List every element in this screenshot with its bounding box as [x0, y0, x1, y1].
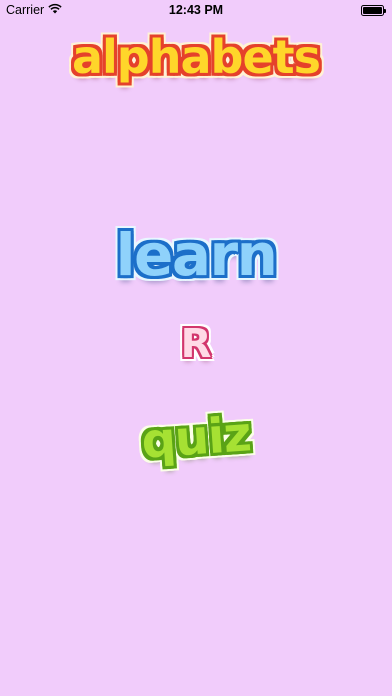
learn-button[interactable]: learn	[0, 226, 392, 284]
status-bar: Carrier 12:43 PM	[0, 0, 392, 20]
quiz-button[interactable]: quiz	[0, 400, 392, 475]
status-time: 12:43 PM	[168, 3, 224, 17]
battery-fill	[363, 7, 382, 14]
battery-icon	[361, 5, 386, 16]
battery-tip	[384, 8, 386, 13]
letter-r-logo: R	[180, 321, 212, 367]
app-title: alphabets	[71, 30, 321, 84]
